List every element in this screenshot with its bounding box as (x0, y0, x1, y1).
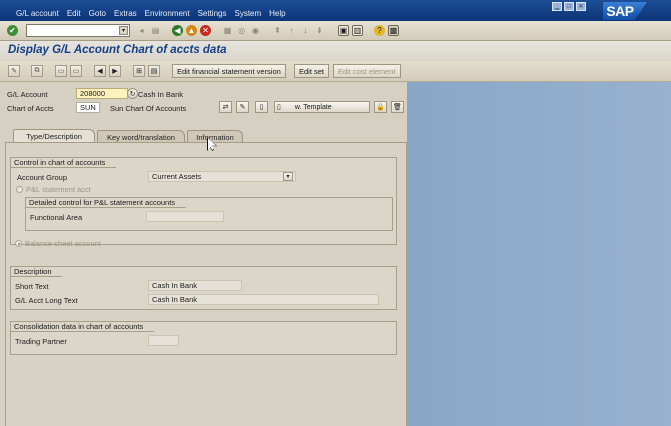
control-group: Control in chart of accounts Account Gro… (10, 157, 397, 245)
maximize-icon[interactable]: □ (564, 2, 574, 11)
previous-object-icon[interactable]: ▭ (55, 65, 67, 77)
balance-sheet-radio (15, 240, 22, 247)
new-session-icon[interactable]: ▣ (338, 25, 349, 36)
previous-page-icon: ↑ (289, 25, 294, 35)
page-title: Display G/L Account Chart of accts data (8, 44, 227, 56)
pl-statement-label: P&L statement acct (26, 185, 91, 194)
exit-icon[interactable]: ▲ (186, 25, 197, 36)
other-account-icon[interactable]: ⇄ (219, 101, 232, 113)
pl-statement-radio (16, 186, 23, 193)
change-documents-icon[interactable]: ▤ (148, 65, 160, 77)
minimize-icon[interactable]: ▁ (552, 2, 562, 11)
refresh-icon[interactable]: ↻ (127, 88, 138, 99)
menu-list: G/L account Edit Goto Extras Environment… (16, 9, 294, 18)
functional-area-label: Functional Area (30, 213, 83, 222)
sap-logo: SAP (603, 2, 647, 20)
edit-set-button[interactable]: Edit set (294, 64, 330, 78)
main-area: G/L Account 208000 ↻ Cash In Bank Chart … (0, 82, 671, 426)
long-text-field: Cash In Bank (148, 294, 379, 305)
title-bar: Display G/L Account Chart of accts data (0, 41, 671, 61)
short-text-field: Cash In Bank (148, 280, 242, 291)
menu-settings[interactable]: Settings (198, 9, 227, 18)
long-text-label: G/L Acct Long Text (15, 296, 78, 305)
detail-control-title: Detailed control for P&L statement accou… (25, 197, 186, 208)
trading-partner-field (148, 335, 179, 346)
gl-account-label: G/L Account (7, 90, 48, 99)
account-group-label: Account Group (17, 173, 68, 182)
back-disabled-icon: ◂ (139, 25, 144, 35)
previous-entry-icon[interactable]: ◀ (94, 65, 106, 77)
detail-control-group: Detailed control for P&L statement accou… (25, 197, 393, 231)
last-page-icon: ⇟ (316, 25, 323, 35)
print-icon: ▦ (223, 25, 232, 35)
create-document-icon[interactable]: ▯ (255, 101, 268, 113)
command-field[interactable]: ▾ (26, 24, 130, 37)
balance-sheet-label: Balance sheet account (25, 239, 101, 248)
description-group-title: Description (10, 266, 63, 277)
cancel-icon[interactable]: ✕ (200, 25, 211, 36)
menu-gl-account[interactable]: G/L account (16, 9, 59, 18)
gl-account-field[interactable]: 208000 (76, 88, 128, 99)
gl-account-text: Cash In Bank (138, 90, 184, 99)
control-group-title: Control in chart of accounts (10, 157, 116, 168)
trading-partner-label: Trading Partner (15, 337, 67, 346)
account-group-dropdown-icon[interactable]: ▾ (283, 172, 293, 181)
short-text-label: Short Text (15, 282, 49, 291)
chart-of-accts-label: Chart of Accts (7, 104, 54, 113)
consolidation-group-title: Consolidation data in chart of accounts (10, 321, 154, 332)
menu-system[interactable]: System (234, 9, 261, 18)
consolidation-group: Consolidation data in chart of accounts … (10, 321, 397, 355)
help-icon[interactable]: ? (374, 25, 385, 36)
application-toolbar: ✎ ⧉ ▭ ▭ ◀ ▶ ⊞ ▤ Edit financial statement… (0, 61, 671, 82)
change-pencil-icon[interactable]: ✎ (236, 101, 249, 113)
layout-menu-icon[interactable]: ▩ (388, 25, 399, 36)
command-dropdown-icon[interactable]: ▾ (119, 26, 128, 35)
standard-toolbar: ✔ ▾ ◂ ▤ ◀ ▲ ✕ ▦ ◎ ◉ ⇞ ↑ ↓ ⇟ ▣ ▥ ? ▩ (0, 21, 671, 41)
first-page-icon: ⇞ (274, 25, 281, 35)
shortcut-icon[interactable]: ▥ (352, 25, 363, 36)
description-group: Description Short Text Cash In Bank G/L … (10, 266, 397, 310)
edit-cost-element-button: Edit cost element (333, 64, 401, 78)
with-template-label: w. Template (294, 103, 332, 111)
chart-of-accts-text: Sun Chart Of Accounts (110, 104, 187, 113)
enter-icon[interactable]: ✔ (7, 25, 18, 36)
menu-edit[interactable]: Edit (67, 9, 81, 18)
functional-area-field (146, 211, 224, 222)
menu-help[interactable]: Help (269, 9, 285, 18)
edit-financial-statement-version-button[interactable]: Edit financial statement version (172, 64, 286, 78)
menu-environment[interactable]: Environment (145, 9, 190, 18)
next-page-icon: ↓ (303, 25, 308, 35)
next-entry-icon[interactable]: ▶ (109, 65, 121, 77)
where-used-icon[interactable]: ⊞ (133, 65, 145, 77)
back-icon[interactable]: ◀ (172, 25, 183, 36)
menu-bar: G/L account Edit Goto Extras Environment… (0, 0, 671, 21)
menu-extras[interactable]: Extras (114, 9, 137, 18)
save-icon: ▤ (151, 25, 160, 35)
find-next-icon: ◉ (252, 25, 259, 35)
find-icon: ◎ (238, 25, 245, 35)
next-object-icon[interactable]: ▭ (70, 65, 82, 77)
delete-trash-icon[interactable]: 🗑 (391, 101, 404, 113)
template-document-icon: ▯ (277, 104, 281, 111)
tab-type-description[interactable]: Type/Description (13, 129, 95, 143)
with-template-button[interactable]: ▯ w. Template (274, 101, 370, 113)
tab-body: Control in chart of accounts Account Gro… (5, 142, 407, 426)
close-window-icon[interactable]: ✕ (576, 2, 586, 11)
other-object-icon[interactable]: ⧉ (31, 65, 43, 77)
lock-icon[interactable]: 🔒 (374, 101, 387, 113)
display-change-icon[interactable]: ✎ (8, 65, 20, 77)
window-controls: ▁ □ ✕ (552, 2, 586, 11)
account-group-field: Current Assets (148, 171, 296, 182)
menu-goto[interactable]: Goto (89, 9, 106, 18)
chart-of-accts-field[interactable]: SUN (76, 102, 100, 113)
